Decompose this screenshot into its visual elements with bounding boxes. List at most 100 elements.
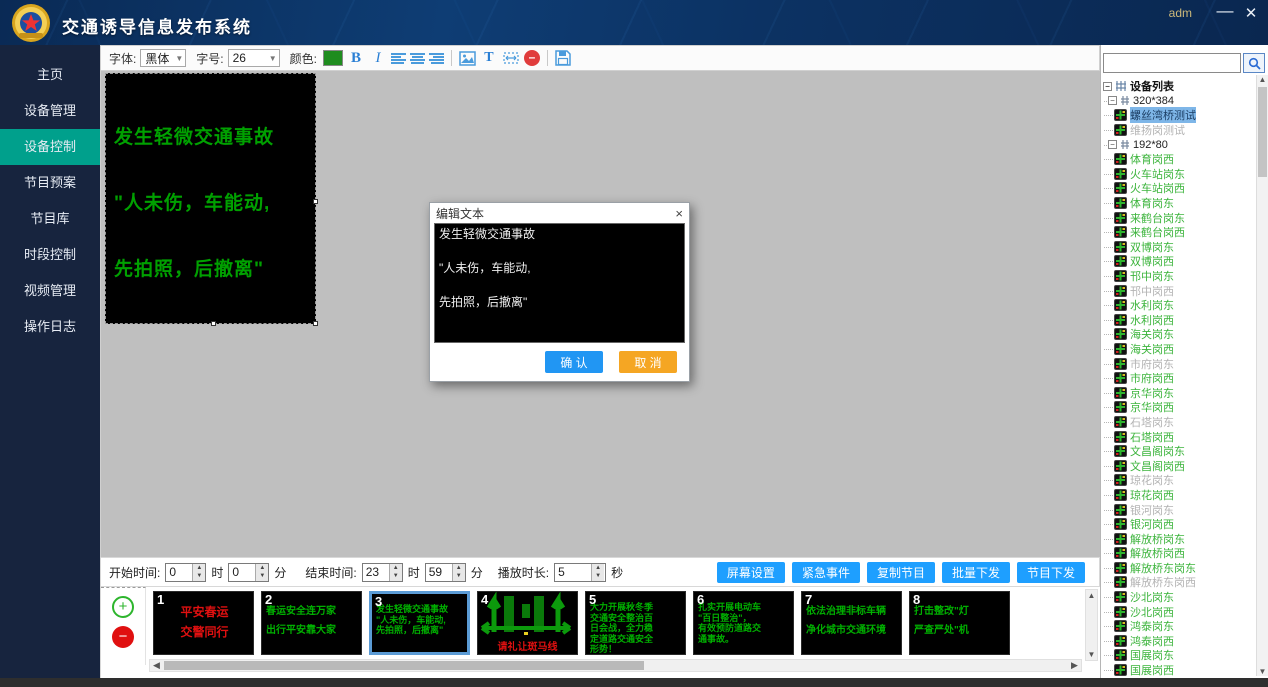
device-tree-item[interactable]: ·····琼花岗东	[1103, 473, 1255, 488]
device-tree-item[interactable]: ·····体育岗西	[1103, 152, 1255, 167]
device-tree-item[interactable]: ·····海关岗东	[1103, 327, 1255, 342]
device-tree-item[interactable]: ·····水利岗东	[1103, 298, 1255, 313]
device-tree-item[interactable]: ·····沙北岗西	[1103, 604, 1255, 619]
program-thumbnail-3[interactable]: 3发生轻微交通事故"人未伤，车能动,先拍照，后撤离"	[369, 591, 470, 655]
search-button[interactable]	[1243, 53, 1265, 73]
sidebar-item-6[interactable]: 视频管理	[0, 273, 100, 309]
device-tree-item[interactable]: ·····银河岗东	[1103, 502, 1255, 517]
bold-button[interactable]: B	[347, 50, 365, 67]
size-select[interactable]: 26▼	[228, 49, 280, 67]
dialog-textarea[interactable]: 发生轻微交通事故"人未伤，车能动,先拍照，后撤离"	[434, 223, 685, 343]
sidebar-item-2[interactable]: 设备控制	[0, 129, 100, 165]
marquee-tool-icon[interactable]	[502, 51, 520, 65]
device-tree-item[interactable]: ·····体育岗东	[1103, 196, 1255, 211]
font-select[interactable]: 黑体▼	[140, 49, 186, 67]
device-tree-scrollbar[interactable]: ▲ ▼	[1256, 75, 1268, 676]
action-button-0[interactable]: 屏幕设置	[717, 562, 785, 583]
scroll-up-icon[interactable]: ▲	[1257, 75, 1268, 84]
minimize-icon[interactable]: —	[1216, 1, 1234, 21]
device-tree-item[interactable]: ·····国展岗东	[1103, 648, 1255, 663]
scroll-down-icon[interactable]: ▼	[1257, 667, 1268, 676]
device-tree-item[interactable]: ·····海关岗西	[1103, 342, 1255, 357]
confirm-button[interactable]: 确 认	[545, 351, 603, 373]
cancel-button[interactable]: 取 消	[619, 351, 677, 373]
program-thumbnail-8[interactable]: 8打击整改"灯严查严处"机	[909, 591, 1010, 655]
sidebar-item-0[interactable]: 主页	[0, 57, 100, 93]
image-icon[interactable]	[459, 51, 476, 66]
device-tree-item[interactable]: ·····国展岗西	[1103, 663, 1255, 676]
vertical-scrollbar[interactable]: ▲ ▼	[1085, 589, 1098, 661]
tree-collapse-icon[interactable]: −	[1108, 96, 1117, 105]
device-tree-item[interactable]: ·····市府岗西	[1103, 371, 1255, 386]
italic-button[interactable]: I	[369, 50, 387, 67]
device-tree-item[interactable]: ·····琼花岗西	[1103, 488, 1255, 503]
design-canvas[interactable]: 发生轻微交通事故"人未伤，车能动,先拍照，后撤离" 编辑文本 × 发生轻微交通事…	[100, 71, 1100, 557]
device-tree-item[interactable]: ·····火车站岗西	[1103, 181, 1255, 196]
device-tree-item[interactable]: ·····螺丝湾桥测试	[1103, 108, 1255, 123]
duration-stepper[interactable]: 5▲▼	[554, 563, 606, 582]
device-tree-item[interactable]: ·····解放桥东岗东	[1103, 561, 1255, 576]
device-tree-item[interactable]: ·····石塔岗东	[1103, 415, 1255, 430]
device-tree-root[interactable]: −设备列表	[1103, 79, 1255, 94]
dialog-close-icon[interactable]: ×	[675, 206, 683, 221]
device-tree-item[interactable]: ·····水利岗西	[1103, 313, 1255, 328]
sidebar-item-5[interactable]: 时段控制	[0, 237, 100, 273]
add-program-button[interactable]: +	[112, 596, 134, 618]
device-tree-item[interactable]: ·····双博岗东	[1103, 240, 1255, 255]
end-hour-stepper[interactable]: 23▲▼	[362, 563, 403, 582]
led-preview[interactable]: 发生轻微交通事故"人未伤，车能动,先拍照，后撤离"	[105, 73, 316, 324]
align-left-icon[interactable]	[391, 52, 406, 64]
sidebar-item-3[interactable]: 节目预案	[0, 165, 100, 201]
scroll-down-icon[interactable]: ▼	[1086, 650, 1097, 659]
tree-collapse-icon[interactable]: −	[1103, 82, 1112, 91]
device-tree-item[interactable]: ·····维扬岗测试	[1103, 123, 1255, 138]
device-tree-item[interactable]: ·····来鹤台岗西	[1103, 225, 1255, 240]
sidebar-item-1[interactable]: 设备管理	[0, 93, 100, 129]
action-button-1[interactable]: 紧急事件	[792, 562, 860, 583]
sidebar-item-4[interactable]: 节目库	[0, 201, 100, 237]
device-tree-item[interactable]: ·····来鹤台岗东	[1103, 210, 1255, 225]
device-tree-item[interactable]: ·····鸿泰岗东	[1103, 619, 1255, 634]
resize-handle-corner[interactable]	[313, 321, 318, 326]
scrollbar-thumb[interactable]	[164, 661, 644, 670]
device-group-320*384[interactable]: ··−320*384	[1103, 94, 1255, 109]
program-thumbnail-6[interactable]: 6扎实开展电动车"百日整治"，有效预防道路交通事故。	[693, 591, 794, 655]
remove-program-button[interactable]: −	[112, 626, 134, 648]
tree-collapse-icon[interactable]: −	[1108, 140, 1117, 149]
program-thumbnail-7[interactable]: 7依法治理非标车辆净化城市交通环境	[801, 591, 902, 655]
resize-handle-right[interactable]	[313, 199, 318, 204]
align-center-icon[interactable]	[410, 52, 425, 64]
device-tree-item[interactable]: ·····解放桥东岗西	[1103, 575, 1255, 590]
scroll-up-icon[interactable]: ▲	[1086, 591, 1097, 600]
device-tree-item[interactable]: ·····解放桥岗西	[1103, 546, 1255, 561]
device-tree-item[interactable]: ·····京华岗西	[1103, 400, 1255, 415]
resize-handle-bottom[interactable]	[211, 321, 216, 326]
device-search-input[interactable]	[1103, 53, 1241, 73]
program-thumbnail-5[interactable]: 5大力开展秋冬季交通安全整治百日会战，全力稳定道路交通安全形势！	[585, 591, 686, 655]
color-swatch[interactable]	[323, 50, 343, 66]
scroll-right-icon[interactable]: ▶	[1068, 660, 1081, 671]
device-tree-item[interactable]: ·····邗中岗西	[1103, 283, 1255, 298]
device-tree-item[interactable]: ·····沙北岗东	[1103, 590, 1255, 605]
program-thumbnail-4[interactable]: 4请礼让斑马线	[477, 591, 578, 655]
sidebar-item-7[interactable]: 操作日志	[0, 309, 100, 345]
start-hour-stepper[interactable]: 0▲▼	[165, 563, 206, 582]
device-tree-item[interactable]: ·····解放桥岗东	[1103, 531, 1255, 546]
device-tree-item[interactable]: ·····市府岗东	[1103, 356, 1255, 371]
device-group-192*80[interactable]: ··−192*80	[1103, 137, 1255, 152]
device-tree-item[interactable]: ·····邗中岗东	[1103, 269, 1255, 284]
action-button-3[interactable]: 批量下发	[942, 562, 1010, 583]
program-thumbnail-1[interactable]: 1平安春运交警同行	[153, 591, 254, 655]
scroll-left-icon[interactable]: ◀	[150, 660, 163, 671]
device-tree-item[interactable]: ·····银河岗西	[1103, 517, 1255, 532]
device-tree-item[interactable]: ·····文昌阁岗东	[1103, 444, 1255, 459]
device-tree-item[interactable]: ·····文昌阁岗西	[1103, 458, 1255, 473]
start-min-stepper[interactable]: 0▲▼	[228, 563, 269, 582]
device-tree-item[interactable]: ·····鸿泰岗西	[1103, 634, 1255, 649]
scrollbar-thumb[interactable]	[1258, 87, 1267, 177]
end-min-stepper[interactable]: 59▲▼	[425, 563, 466, 582]
device-tree-item[interactable]: ·····火车站岗东	[1103, 167, 1255, 182]
user-name[interactable]: adm	[1169, 6, 1192, 20]
delete-element-icon[interactable]: –	[524, 50, 540, 66]
device-tree-item[interactable]: ·····京华岗东	[1103, 385, 1255, 400]
